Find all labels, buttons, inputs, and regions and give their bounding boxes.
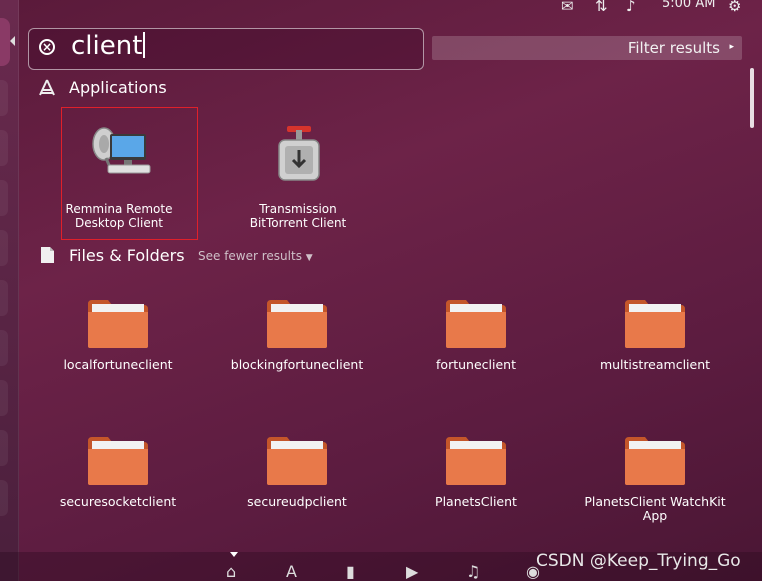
folder-icon bbox=[267, 300, 327, 348]
applications-lens-icon[interactable]: A bbox=[286, 562, 297, 581]
search-input[interactable]: client bbox=[71, 31, 146, 61]
search-query: client bbox=[71, 31, 143, 61]
filter-results-button[interactable]: Filter results ▸ bbox=[432, 36, 742, 60]
applications-heading: Applications bbox=[69, 78, 167, 97]
launcher-item[interactable] bbox=[0, 480, 8, 516]
folder-label: blockingfortuneclient bbox=[230, 357, 364, 372]
watermark: CSDN @Keep_Trying_Go bbox=[536, 551, 741, 571]
folder-item[interactable]: securesocketclient bbox=[28, 435, 208, 509]
folder-item[interactable]: PlanetsClient WatchKit App bbox=[565, 435, 745, 523]
dash-home-button[interactable] bbox=[0, 18, 10, 66]
folder-item[interactable]: fortuneclient bbox=[386, 298, 566, 372]
folder-label: secureudpclient bbox=[247, 494, 347, 509]
folder-item[interactable]: multistreamclient bbox=[565, 298, 745, 372]
app-label: Transmission BitTorrent Client bbox=[249, 202, 347, 230]
folder-icon bbox=[625, 437, 685, 485]
volume-icon[interactable]: ♪ bbox=[626, 0, 636, 15]
folder-icon bbox=[625, 300, 685, 348]
launcher-item[interactable] bbox=[0, 430, 8, 466]
launcher-item[interactable] bbox=[0, 330, 8, 366]
clock[interactable]: 5:00 AM bbox=[662, 0, 715, 11]
folder-item[interactable]: blockingfortuneclient bbox=[207, 298, 387, 372]
remmina-icon bbox=[92, 127, 151, 174]
transmission-icon bbox=[278, 126, 320, 181]
music-lens-icon[interactable]: ♫ bbox=[466, 562, 480, 581]
app-remmina[interactable]: Remmina Remote Desktop Client bbox=[49, 120, 189, 230]
folder-label: multistreamclient bbox=[599, 357, 711, 372]
launcher-active-indicator bbox=[10, 36, 15, 46]
folder-label: PlanetsClient WatchKit App bbox=[584, 494, 726, 523]
files-folders-heading: Files & Folders bbox=[69, 246, 185, 265]
folder-item[interactable]: secureudpclient bbox=[207, 435, 387, 509]
search-field[interactable]: × client bbox=[28, 28, 424, 70]
launcher-item[interactable] bbox=[0, 380, 8, 416]
files-lens-icon[interactable]: ▮ bbox=[346, 562, 355, 581]
see-fewer-label: See fewer results bbox=[198, 249, 302, 263]
results-scrollbar[interactable] bbox=[750, 68, 754, 128]
see-fewer-results-link[interactable]: See fewer results ▼ bbox=[198, 249, 313, 263]
video-lens-icon[interactable]: ▶ bbox=[406, 562, 418, 581]
home-lens-icon[interactable]: ⌂ bbox=[226, 562, 236, 581]
launcher bbox=[0, 0, 19, 581]
folder-item[interactable]: PlanetsClient bbox=[386, 435, 566, 509]
text-caret bbox=[143, 32, 146, 58]
chevron-right-icon: ▸ bbox=[729, 42, 734, 52]
folder-item[interactable]: localfortuneclient bbox=[28, 298, 208, 372]
app-transmission[interactable]: Transmission BitTorrent Client bbox=[228, 120, 368, 230]
messaging-icon[interactable]: ✉ bbox=[561, 0, 574, 15]
launcher-item[interactable] bbox=[0, 180, 8, 216]
folder-label: PlanetsClient bbox=[435, 494, 517, 509]
folder-icon bbox=[88, 437, 148, 485]
settings-gear-icon[interactable]: ⚙ bbox=[728, 0, 741, 15]
folder-icon bbox=[446, 437, 506, 485]
folder-icon bbox=[267, 437, 327, 485]
folder-label: localfortuneclient bbox=[63, 357, 173, 372]
launcher-item[interactable] bbox=[0, 230, 8, 266]
files-category-icon bbox=[41, 247, 54, 263]
applications-category-icon bbox=[39, 79, 55, 96]
active-lens-pointer bbox=[230, 552, 238, 557]
network-icon[interactable]: ⇅ bbox=[595, 0, 608, 15]
chevron-down-icon: ▼ bbox=[305, 253, 313, 263]
clear-search-icon[interactable]: × bbox=[39, 39, 55, 55]
launcher-item[interactable] bbox=[0, 80, 8, 116]
launcher-item[interactable] bbox=[0, 130, 8, 166]
launcher-item[interactable] bbox=[0, 280, 8, 316]
app-label: Remmina Remote Desktop Client bbox=[65, 202, 173, 230]
folder-icon bbox=[88, 300, 148, 348]
folder-label: securesocketclient bbox=[59, 494, 177, 509]
filter-results-label: Filter results bbox=[627, 39, 720, 57]
folder-label: fortuneclient bbox=[436, 357, 516, 372]
folder-icon bbox=[446, 300, 506, 348]
